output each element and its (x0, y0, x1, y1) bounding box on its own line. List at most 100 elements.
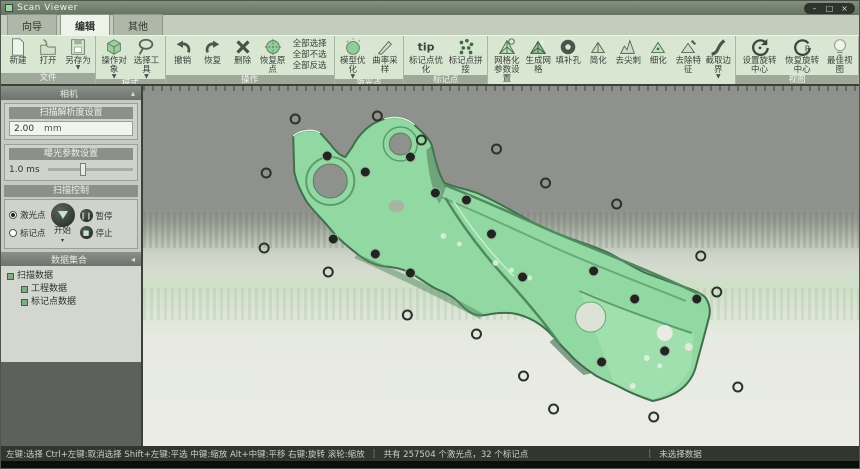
reference-marker-ring[interactable] (472, 330, 481, 339)
reference-marker-ring[interactable] (262, 169, 271, 178)
ribbon-button-0-0[interactable]: 新建 (3, 37, 33, 73)
radio-1[interactable]: 标记点 (9, 227, 46, 239)
scanned-part[interactable] (293, 117, 710, 401)
ribbon-button-1-0[interactable]: 操作对象▼ (98, 37, 130, 79)
ribbon-button-2-0[interactable]: 撤销 (168, 37, 198, 75)
ribbon-button-6-0[interactable]: 设置旋转中心 (738, 37, 781, 75)
tree-item-2[interactable]: 标记点数据 (3, 296, 139, 309)
reference-marker-ring[interactable] (541, 179, 550, 188)
resolution-input[interactable]: 2.00 mm (9, 121, 133, 136)
reference-marker-dot[interactable] (405, 268, 415, 278)
reference-marker-ring[interactable] (373, 112, 382, 121)
reference-marker-dot[interactable] (660, 346, 670, 356)
part-hole (313, 164, 347, 198)
radio-label: 标记点 (20, 227, 46, 239)
pin-icon[interactable]: ◂ (131, 255, 135, 264)
ribbon-button-3-1[interactable]: 曲率采样 (369, 37, 401, 79)
reference-marker-dot[interactable] (518, 272, 528, 282)
ribbon-button-0-1[interactable]: 打开 (33, 37, 63, 73)
redo-arrow-icon (203, 37, 223, 57)
tree-item-0[interactable]: 扫描数据 (3, 270, 139, 283)
tab-2[interactable]: 其他 (113, 14, 163, 35)
reference-marker-dot[interactable] (360, 167, 370, 177)
minimize-button[interactable]: – (807, 3, 822, 14)
ribbon-button-4-1[interactable]: 标记点拼接 (446, 37, 486, 75)
reference-marker-dot[interactable] (630, 294, 640, 304)
model-sphere-icon (343, 37, 363, 57)
tab-1[interactable]: 编辑 (60, 14, 110, 35)
stop-scan-button[interactable]: ■ 停止 (80, 226, 113, 239)
ribbon-button-1-1[interactable]: 选择工具▼ (130, 37, 162, 79)
tip-icon: tip (416, 37, 436, 57)
ribbon-button-5-5[interactable]: 细化 (643, 37, 673, 84)
reference-marker-ring[interactable] (324, 268, 333, 277)
ribbon-button-6-2[interactable]: 最佳视图 (823, 37, 856, 75)
reference-marker-dot[interactable] (322, 151, 332, 161)
radio-0[interactable]: 激光点 (9, 209, 46, 221)
ribbon-button-5-6[interactable]: 去除特征 (673, 37, 703, 84)
selection-status: 未选择数据 (659, 448, 702, 460)
reference-marker-dot[interactable] (461, 195, 471, 205)
fill-holes-icon (558, 37, 578, 57)
ribbon-button-2-1[interactable]: 恢复 (198, 37, 228, 75)
ribbon-group-label: 文件 (1, 73, 95, 84)
exposure-slider-thumb[interactable] (80, 163, 86, 176)
reference-marker-dot[interactable] (692, 294, 702, 304)
reference-marker-dot[interactable] (597, 357, 607, 367)
reference-marker-ring[interactable] (519, 372, 528, 381)
ribbon-group-0: 新建打开另存为▼文件 (1, 36, 96, 84)
tab-0[interactable]: 向导 (7, 14, 57, 35)
reference-marker-ring[interactable] (696, 252, 705, 261)
reference-marker-ring[interactable] (260, 244, 269, 253)
ribbon-button-5-2[interactable]: 填补孔 (553, 37, 583, 84)
points-cluster-icon (456, 37, 476, 57)
reference-marker-ring[interactable] (549, 405, 558, 414)
reference-marker-dot[interactable] (589, 266, 599, 276)
maximize-button[interactable]: □ (822, 3, 837, 14)
ribbon-button-label: 填补孔 (556, 57, 582, 66)
reference-marker-dot[interactable] (370, 249, 380, 259)
tree-item-1[interactable]: 工程数据 (3, 283, 139, 296)
collapse-panel-icon[interactable]: ▴ (131, 89, 135, 98)
reference-marker-ring[interactable] (612, 200, 621, 209)
ribbon-button-5-0[interactable]: 网格化参数设置 (490, 37, 523, 84)
reference-marker-dot[interactable] (328, 234, 338, 244)
ribbon-button-5-1[interactable]: 生成网格 (523, 37, 553, 84)
ribbon-group-label: 模式 (96, 79, 165, 86)
ribbon-button-2-3[interactable]: 恢复原点 (258, 37, 288, 75)
ribbon-button-0-2[interactable]: 另存为▼ (63, 37, 93, 73)
radio-dot-icon (9, 229, 17, 237)
ribbon-stack-button-2-1[interactable]: 全部不选 (291, 50, 329, 61)
reference-marker-ring[interactable] (492, 145, 501, 154)
ribbon-button-5-7[interactable]: 截取边界▼ (703, 37, 733, 84)
ribbon-button-5-3[interactable]: 简化 (583, 37, 613, 84)
exposure-slider[interactable] (48, 168, 133, 171)
ribbon-button-2-2[interactable]: 删除 (228, 37, 258, 75)
ribbon-button-label: 撤销 (174, 57, 191, 66)
data-tree: 扫描数据工程数据标记点数据 (1, 266, 141, 362)
close-button[interactable]: × (837, 3, 852, 14)
exposure-row: 1.0 ms (9, 162, 133, 177)
ribbon-button-3-0[interactable]: 模型优化▼ (337, 37, 369, 79)
scan-control-header: 扫描控制 (4, 185, 138, 197)
pause-scan-button[interactable]: ❙❙ 暂停 (80, 209, 113, 222)
reference-marker-ring[interactable] (649, 413, 658, 422)
start-scan-button[interactable] (51, 203, 75, 227)
ribbon-button-6-1[interactable]: R恢复旋转中心 (781, 37, 824, 75)
point-counts: 共有 257504 个激光点，32 个标记点 (383, 448, 528, 460)
ribbon-button-4-0[interactable]: tip标记点优化 (406, 37, 446, 75)
start-dropdown-icon[interactable]: ▾ (61, 236, 64, 245)
ribbon-stack-button-2-2[interactable]: 全部反选 (291, 61, 329, 72)
reference-marker-dot[interactable] (405, 152, 415, 162)
3d-viewport[interactable] (143, 86, 859, 446)
reference-marker-dot[interactable] (430, 188, 440, 198)
reference-marker-dot[interactable] (486, 229, 496, 239)
camera-panel-title-label: 相机 (7, 87, 131, 100)
reference-marker-ring[interactable] (733, 383, 742, 392)
reference-marker-ring[interactable] (403, 311, 412, 320)
ribbon-stack-button-2-0[interactable]: 全部选择 (291, 39, 329, 50)
reference-marker-ring[interactable] (291, 115, 300, 124)
best-view-icon (830, 37, 850, 57)
ribbon-button-5-4[interactable]: 去尖刺 (613, 37, 643, 84)
reference-marker-ring[interactable] (712, 288, 721, 297)
